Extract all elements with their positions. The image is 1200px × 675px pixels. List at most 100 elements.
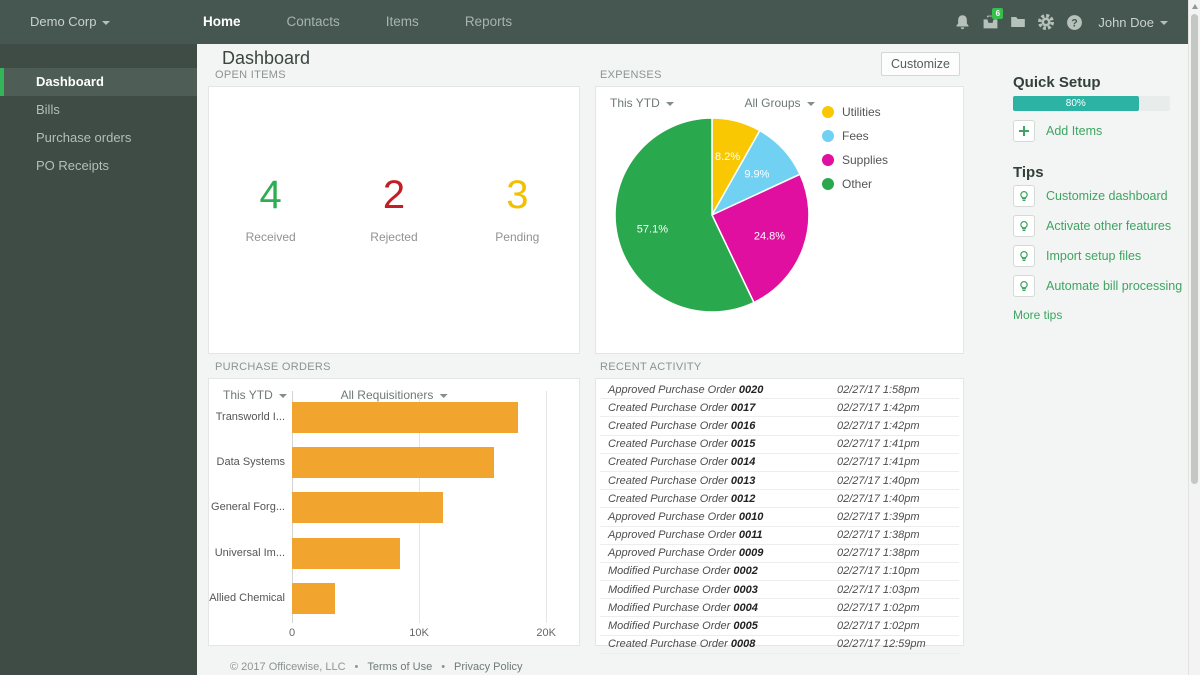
stat-value-received: 4 — [210, 175, 332, 215]
activity-order-number: 0010 — [739, 511, 763, 523]
gear-icon[interactable] — [1032, 0, 1060, 44]
bar-transworld-i — [292, 402, 518, 433]
activity-row[interactable]: Approved Purchase Order 0011 02/27/17 1:3… — [600, 527, 959, 545]
expenses-period-filter[interactable]: This YTD — [610, 96, 674, 110]
activity-row[interactable]: Created Purchase Order 000802/27/17 12:5… — [600, 636, 959, 654]
tip-item-activate-other-features[interactable]: Activate other features — [1013, 215, 1182, 237]
customize-button[interactable]: Customize — [881, 52, 960, 76]
activity-order-number: 0016 — [731, 420, 755, 432]
legend-dot-supplies — [822, 154, 834, 166]
legend-item-other[interactable]: Other — [822, 177, 888, 191]
sidebar-item-purchase-orders[interactable]: Purchase orders — [0, 124, 197, 152]
tip-item-import-setup-files[interactable]: Import setup files — [1013, 245, 1182, 267]
sidebar-item-bills[interactable]: Bills — [0, 96, 197, 124]
scrollbar[interactable] — [1188, 0, 1200, 675]
add-items-button[interactable]: Add Items — [1013, 120, 1102, 142]
inbox-icon[interactable]: 6 — [976, 0, 1004, 44]
tip-label: Customize dashboard — [1046, 189, 1168, 203]
lightbulb-icon — [1013, 185, 1035, 207]
activity-action: Created Purchase Order 0008 — [608, 638, 755, 650]
chevron-down-icon — [102, 21, 110, 25]
activity-row[interactable]: Modified Purchase Order 000202/27/17 1:1… — [600, 563, 959, 581]
more-tips-link[interactable]: More tips — [1013, 308, 1062, 322]
stat-label-received: Received — [210, 230, 332, 244]
activity-action: Modified Purchase Order 0005 — [608, 620, 758, 632]
bar-category-label: Allied Chemical — [209, 576, 285, 621]
activity-row[interactable]: Approved Purchase Order 002002/27/17 1:5… — [600, 381, 959, 399]
nav-item-contacts[interactable]: Contacts — [264, 0, 363, 44]
activity-row[interactable]: Created Purchase Order 001502/27/17 1:41… — [600, 436, 959, 454]
legend-item-fees[interactable]: Fees — [822, 129, 888, 143]
activity-row[interactable]: Created Purchase Order 001402/27/17 1:41… — [600, 454, 959, 472]
help-icon[interactable]: ? — [1060, 0, 1088, 44]
folder-icon[interactable] — [1004, 0, 1032, 44]
scrollbar-up-arrow[interactable] — [1192, 4, 1198, 9]
footer-link-terms-of-use[interactable]: Terms of Use — [367, 661, 432, 673]
axis-tick-label-10k: 10K — [409, 627, 429, 639]
tip-item-customize-dashboard[interactable]: Customize dashboard — [1013, 185, 1182, 207]
activity-action: Modified Purchase Order 0003 — [608, 584, 758, 596]
bar-category-label: Transworld I... — [209, 395, 285, 440]
activity-time: 02/27/17 1:38pm — [837, 547, 920, 559]
activity-time: 02/27/17 1:42pm — [837, 402, 920, 414]
section-label-open-items: OPEN ITEMS — [215, 69, 286, 81]
activity-time: 02/27/17 1:38pm — [837, 529, 920, 541]
company-menu[interactable]: Demo Corp — [30, 0, 110, 44]
activity-action: Modified Purchase Order 0004 — [608, 602, 758, 614]
activity-row[interactable]: Modified Purchase Order 000402/27/17 1:0… — [600, 599, 959, 617]
activity-row[interactable]: Created Purchase Order 0017 02/27/17 1:42… — [600, 399, 959, 417]
activity-row[interactable]: Created Purchase Order 001302/27/17 1:40… — [600, 472, 959, 490]
activity-row[interactable]: Created Purchase Order 001202/27/17 1:40… — [600, 490, 959, 508]
legend-dot-utilities — [822, 106, 834, 118]
stat-value-rejected: 2 — [333, 175, 455, 215]
sidebar: DashboardBillsPurchase ordersPO Receipts — [0, 44, 197, 675]
activity-row[interactable]: Modified Purchase Order 0003 02/27/17 1:0… — [600, 581, 959, 599]
activity-time: 02/27/17 1:03pm — [837, 584, 920, 596]
activity-row[interactable]: Approved Purchase Order 001002/27/17 1:3… — [600, 508, 959, 526]
bell-icon[interactable] — [948, 0, 976, 44]
tips-title: Tips — [1013, 164, 1044, 181]
section-label-expenses: EXPENSES — [600, 69, 662, 81]
pie-percent-label: 24.8% — [754, 231, 785, 243]
pie-percent-label: 8.2% — [715, 151, 740, 163]
footer-link-privacy-policy[interactable]: Privacy Policy — [454, 661, 522, 673]
notification-badge: 6 — [992, 8, 1003, 19]
activity-action: Created Purchase Order 0013 — [608, 475, 755, 487]
recent-activity-list: Approved Purchase Order 002002/27/17 1:5… — [600, 381, 959, 654]
activity-action: Approved Purchase Order 0011 — [608, 529, 763, 541]
activity-order-number: 0004 — [733, 602, 757, 614]
nav-item-reports[interactable]: Reports — [442, 0, 535, 44]
activity-row[interactable]: Created Purchase Order 001602/27/17 1:42… — [600, 417, 959, 435]
expenses-group-filter[interactable]: All Groups — [744, 96, 814, 110]
sidebar-item-po-receipts[interactable]: PO Receipts — [0, 152, 197, 180]
activity-action: Modified Purchase Order 0002 — [608, 565, 758, 577]
activity-order-number: 0013 — [731, 475, 755, 487]
activity-order-number: 0011 — [739, 529, 763, 541]
tip-item-automate-bill-processing[interactable]: Automate bill processing — [1013, 275, 1182, 297]
activity-action: Approved Purchase Order 0020 — [608, 384, 763, 396]
legend-item-supplies[interactable]: Supplies — [822, 153, 888, 167]
filter-value: All Groups — [744, 96, 800, 110]
nav-item-home[interactable]: Home — [180, 0, 264, 44]
chevron-down-icon — [666, 102, 674, 106]
legend-item-utilities[interactable]: Utilities — [822, 105, 888, 119]
activity-order-number: 0014 — [731, 456, 755, 468]
topbar-icons: 6 ? John Doe — [948, 0, 1168, 44]
user-menu[interactable]: John Doe — [1098, 15, 1168, 30]
bar-row-general-forg: General Forg... — [209, 485, 579, 530]
stat-label-pending: Pending — [456, 230, 578, 244]
activity-row[interactable]: Modified Purchase Order 000502/27/17 1:0… — [600, 617, 959, 635]
activity-order-number: 0020 — [739, 384, 763, 396]
legend-label: Fees — [842, 129, 869, 143]
quick-setup-title: Quick Setup — [1013, 74, 1101, 91]
activity-row[interactable]: Approved Purchase Order 000902/27/17 1:3… — [600, 545, 959, 563]
activity-action: Created Purchase Order 0017 — [608, 402, 755, 414]
nav-item-items[interactable]: Items — [363, 0, 442, 44]
tip-label: Automate bill processing — [1046, 279, 1182, 293]
footer-separator: • — [355, 661, 359, 673]
legend-label: Supplies — [842, 153, 888, 167]
add-items-label: Add Items — [1046, 124, 1102, 138]
sidebar-item-dashboard[interactable]: Dashboard — [0, 68, 197, 96]
scrollbar-thumb[interactable] — [1191, 14, 1198, 484]
footer-copyright: © 2017 Officewise, LLC — [230, 661, 346, 673]
